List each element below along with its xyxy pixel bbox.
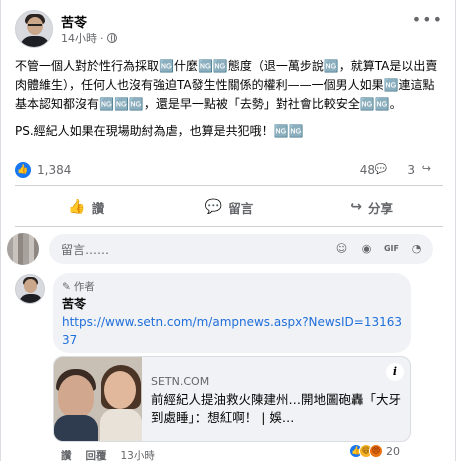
speech-bubble-icon: 💬 bbox=[204, 199, 223, 215]
camera-icon[interactable]: ◉ bbox=[358, 240, 375, 257]
gif-icon[interactable]: GIF bbox=[383, 240, 400, 257]
like-label: 讚 bbox=[91, 200, 105, 216]
post-body: 不管一個人對於性行為採取🆖什麼🆖🆖態度（退一萬步說🆖，就算TA是以出賣肉體維生）… bbox=[15, 57, 445, 141]
reaction-summary: 👍 1,384 48 💬 3 ↪ bbox=[15, 160, 443, 180]
link-preview-card[interactable]: SETN.COM 前經紀人提油救火陳建州…開地圖砲轟「大牙到處睡」：想紅啊！ |… bbox=[53, 356, 411, 442]
angry-reaction-icon: 😠 bbox=[369, 444, 383, 458]
thumbs-up-icon: 👍 bbox=[68, 199, 86, 215]
comment-like-button[interactable]: 讚 bbox=[61, 448, 72, 461]
comment-author-name[interactable]: 苦苓 bbox=[62, 295, 86, 312]
share-label: 分享 bbox=[368, 200, 394, 216]
info-icon[interactable]: i bbox=[386, 363, 404, 381]
like-reaction-icon[interactable]: 👍 bbox=[15, 162, 31, 178]
share-count-icon: ↪ bbox=[421, 162, 431, 175]
comment-reaction-count: 20 bbox=[386, 444, 400, 458]
comment-label: 留言 bbox=[228, 200, 254, 216]
globe-icon bbox=[106, 33, 117, 43]
composer-icons: ☺ ◉ GIF ◔ bbox=[333, 240, 425, 257]
comment-reactions[interactable]: 👍 😆 😠 20 bbox=[349, 442, 400, 460]
author-badge: ✎ 作者 bbox=[62, 279, 95, 294]
reaction-count[interactable]: 1,384 bbox=[37, 163, 71, 177]
author-badge-label: 作者 bbox=[73, 281, 95, 293]
comment-link[interactable]: https://www.setn.com/m/ampnews.aspx?News… bbox=[62, 313, 402, 349]
post-paragraph: PS.經紀人如果在現場助紂為虐，也算是共犯哦！🆖🆖 bbox=[15, 124, 304, 138]
pencil-icon: ✎ bbox=[62, 280, 71, 293]
current-user-avatar[interactable] bbox=[7, 233, 39, 265]
comment-author-avatar[interactable] bbox=[15, 274, 45, 304]
more-horizontal-icon[interactable]: ••• bbox=[412, 10, 443, 29]
comment-button[interactable]: 💬 留言 bbox=[158, 192, 301, 222]
author-name[interactable]: 苦苓 bbox=[61, 12, 87, 31]
divider bbox=[15, 185, 443, 186]
comment-bubble: ✎ 作者 苦苓 https://www.setn.com/m/ampnews.a… bbox=[53, 273, 411, 353]
post-header: 苦苓 14小時 · ••• bbox=[15, 10, 445, 50]
comment-time[interactable]: 13小時 bbox=[121, 448, 155, 461]
comment-count[interactable]: 48 bbox=[360, 163, 375, 177]
divider bbox=[15, 226, 443, 227]
share-arrow-icon: ↪ bbox=[350, 199, 363, 215]
like-button[interactable]: 👍 讚 bbox=[15, 192, 158, 222]
comment-placeholder: 留言…… bbox=[61, 243, 110, 257]
post-time[interactable]: 14小時 bbox=[61, 30, 97, 46]
share-button[interactable]: ↪ 分享 bbox=[300, 192, 443, 222]
comment-count-icon: 💬 bbox=[374, 164, 387, 175]
meta-separator: · bbox=[100, 31, 104, 45]
sticker-icon[interactable]: ◔ bbox=[408, 240, 425, 257]
preview-thumbnail bbox=[54, 357, 142, 441]
comment-actions: 讚 回覆 13小時 bbox=[61, 448, 155, 461]
smiley-icon[interactable]: ☺ bbox=[333, 240, 350, 257]
post-meta: 14小時 · bbox=[61, 30, 117, 46]
post-card: 苦苓 14小時 · ••• 不管一個人對於性行為採取🆖什麼🆖🆖態度（退一萬步說🆖… bbox=[0, 0, 456, 461]
comment-composer: 留言…… ☺ ◉ GIF ◔ bbox=[7, 233, 447, 265]
post-paragraph: 不管一個人對於性行為採取🆖什麼🆖🆖態度（退一萬步說🆖，就算TA是以出賣肉體維生）… bbox=[15, 59, 438, 111]
preview-title: 前經紀人提油救火陳建州…開地圖砲轟「大牙到處睡」：想紅啊！ | 娛… bbox=[151, 392, 402, 425]
share-count[interactable]: 3 bbox=[407, 163, 415, 177]
post-actions: 👍 讚 💬 留言 ↪ 分享 bbox=[15, 192, 443, 222]
preview-site: SETN.COM bbox=[151, 375, 210, 388]
comment-reply-button[interactable]: 回覆 bbox=[86, 448, 107, 461]
comment-input[interactable]: 留言…… ☺ ◉ GIF ◔ bbox=[49, 234, 433, 264]
author-avatar[interactable] bbox=[15, 10, 53, 48]
